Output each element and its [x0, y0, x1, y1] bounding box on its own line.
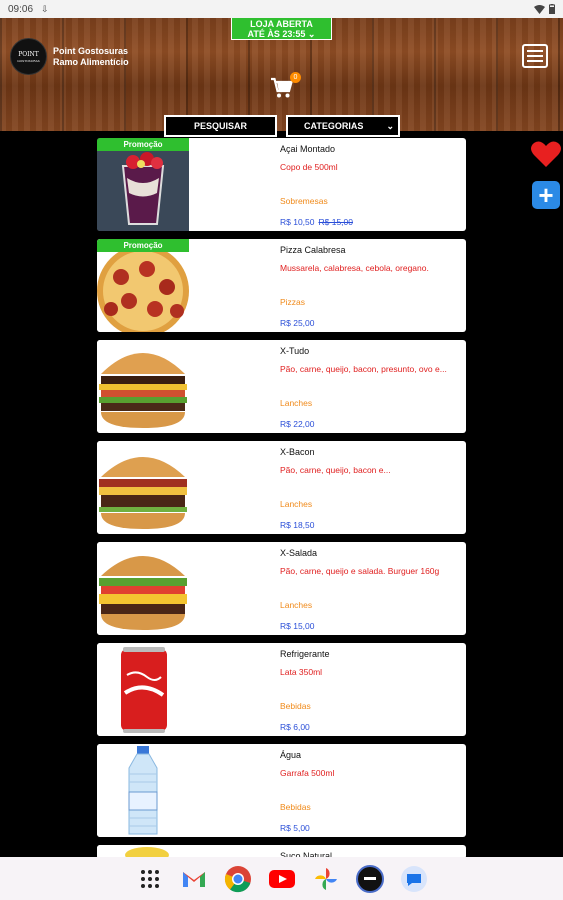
product-card[interactable]: X-Tudo Pão, carne, queijo, bacon, presun…: [97, 340, 466, 433]
product-price: R$ 10,50 R$ 15,00: [280, 217, 353, 227]
status-time: 09:06: [8, 3, 34, 15]
price-current: R$ 10,50: [280, 217, 315, 227]
cart-count-badge: 0: [290, 72, 301, 83]
product-description: Pão, carne, queijo, bacon, presunto, ovo…: [280, 364, 447, 374]
header: LOJA ABERTA ATÉ ÀS 23:55 ⌄ POINT GOSTOSU…: [0, 18, 563, 137]
promo-badge: Promoção: [97, 138, 189, 151]
photos-icon[interactable]: [311, 864, 341, 894]
add-plus-button[interactable]: +: [532, 181, 560, 209]
product-name: Refrigerante: [280, 649, 330, 659]
logo-subtext: GOSTOSURAS: [17, 59, 40, 63]
product-category: Pizzas: [280, 297, 306, 307]
pizza-image: [97, 239, 189, 332]
product-category: Lanches: [280, 398, 313, 408]
app-dock: [0, 857, 563, 900]
store-status-line1: LOJA ABERTA: [250, 19, 313, 29]
product-category: Sobremesas: [280, 196, 328, 206]
status-bar: 09:06 ⇩: [0, 0, 563, 18]
product-price: R$ 18,50: [280, 520, 315, 530]
store-brand: Point Gostosuras Ramo Alimentício: [53, 46, 129, 68]
product-list: Promoção Açai Montado Copo de 500ml Sobr…: [97, 138, 466, 867]
product-description: Garrafa 500ml: [280, 768, 335, 778]
store-name: Point Gostosuras: [53, 46, 129, 56]
product-category: Bebidas: [280, 802, 311, 812]
download-icon: ⇩: [41, 3, 49, 14]
battery-icon: [549, 4, 555, 14]
water-bottle-image: [97, 744, 189, 837]
product-description: Mussarela, calabresa, cebola, oregano.: [280, 263, 429, 273]
product-card[interactable]: X-Salada Pão, carne, queijo e salada. Bu…: [97, 542, 466, 635]
product-name: Pizza Calabresa: [280, 245, 346, 255]
search-button[interactable]: PESQUISAR: [164, 115, 277, 137]
store-logo[interactable]: POINT GOSTOSURAS: [10, 38, 47, 75]
favorites-heart-icon[interactable]: [531, 140, 561, 168]
store-segment: Ramo Alimentício: [53, 57, 129, 67]
status-right: [534, 4, 555, 14]
product-price: R$ 22,00: [280, 419, 315, 429]
apps-icon[interactable]: [135, 864, 165, 894]
product-card[interactable]: Promoção Açai Montado Copo de 500ml Sobr…: [97, 138, 466, 231]
product-name: X-Tudo: [280, 346, 310, 356]
categories-select[interactable]: CATEGORIAS ⌄: [286, 115, 400, 137]
product-price: R$ 5,00: [280, 823, 310, 833]
product-description: Copo de 500ml: [280, 162, 338, 172]
product-card[interactable]: X-Bacon Pão, carne, queijo, bacon e... L…: [97, 441, 466, 534]
burger-image: [97, 340, 189, 433]
product-name: X-Bacon: [280, 447, 315, 457]
product-category: Lanches: [280, 499, 313, 509]
product-description: Lata 350ml: [280, 667, 323, 677]
price-old: R$ 15,00: [318, 217, 354, 227]
product-card[interactable]: Água Garrafa 500ml Bebidas R$ 5,00: [97, 744, 466, 837]
logo-text: POINT: [18, 51, 39, 58]
promo-badge: Promoção: [97, 239, 189, 252]
gmail-icon[interactable]: [179, 864, 209, 894]
hamburger-menu-button[interactable]: [522, 44, 548, 68]
burger-image: [97, 441, 189, 534]
product-description: Pão, carne, queijo e salada. Burguer 160…: [280, 566, 440, 576]
youtube-icon[interactable]: [267, 864, 297, 894]
product-name: Açai Montado: [280, 144, 336, 154]
chevron-down-icon: ⌄: [386, 121, 394, 131]
point-app-icon[interactable]: [355, 864, 385, 894]
burger-image: [97, 542, 189, 635]
product-card[interactable]: Promoção Pizza Calabresa Mussarela, cala…: [97, 239, 466, 332]
product-category: Bebidas: [280, 701, 311, 711]
acai-image: [97, 138, 189, 231]
product-name: X-Salada: [280, 548, 318, 558]
product-description: Pão, carne, queijo, bacon e...: [280, 465, 391, 475]
product-price: R$ 6,00: [280, 722, 310, 732]
product-category: Lanches: [280, 600, 313, 610]
product-price: R$ 15,00: [280, 621, 315, 631]
chevron-down-icon: ⌄: [307, 29, 316, 39]
product-card[interactable]: Refrigerante Lata 350ml Bebidas R$ 6,00: [97, 643, 466, 736]
messages-icon[interactable]: [399, 864, 429, 894]
soda-can-image: [97, 643, 189, 736]
categories-label: CATEGORIAS: [304, 121, 364, 131]
product-price: R$ 25,00: [280, 318, 315, 328]
product-name: Água: [280, 750, 302, 760]
chrome-icon[interactable]: [223, 864, 253, 894]
store-status-line2: ATÉ ÀS 23:55: [247, 29, 306, 39]
store-open-badge[interactable]: LOJA ABERTA ATÉ ÀS 23:55 ⌄: [231, 18, 332, 40]
wifi-icon: [534, 4, 545, 14]
